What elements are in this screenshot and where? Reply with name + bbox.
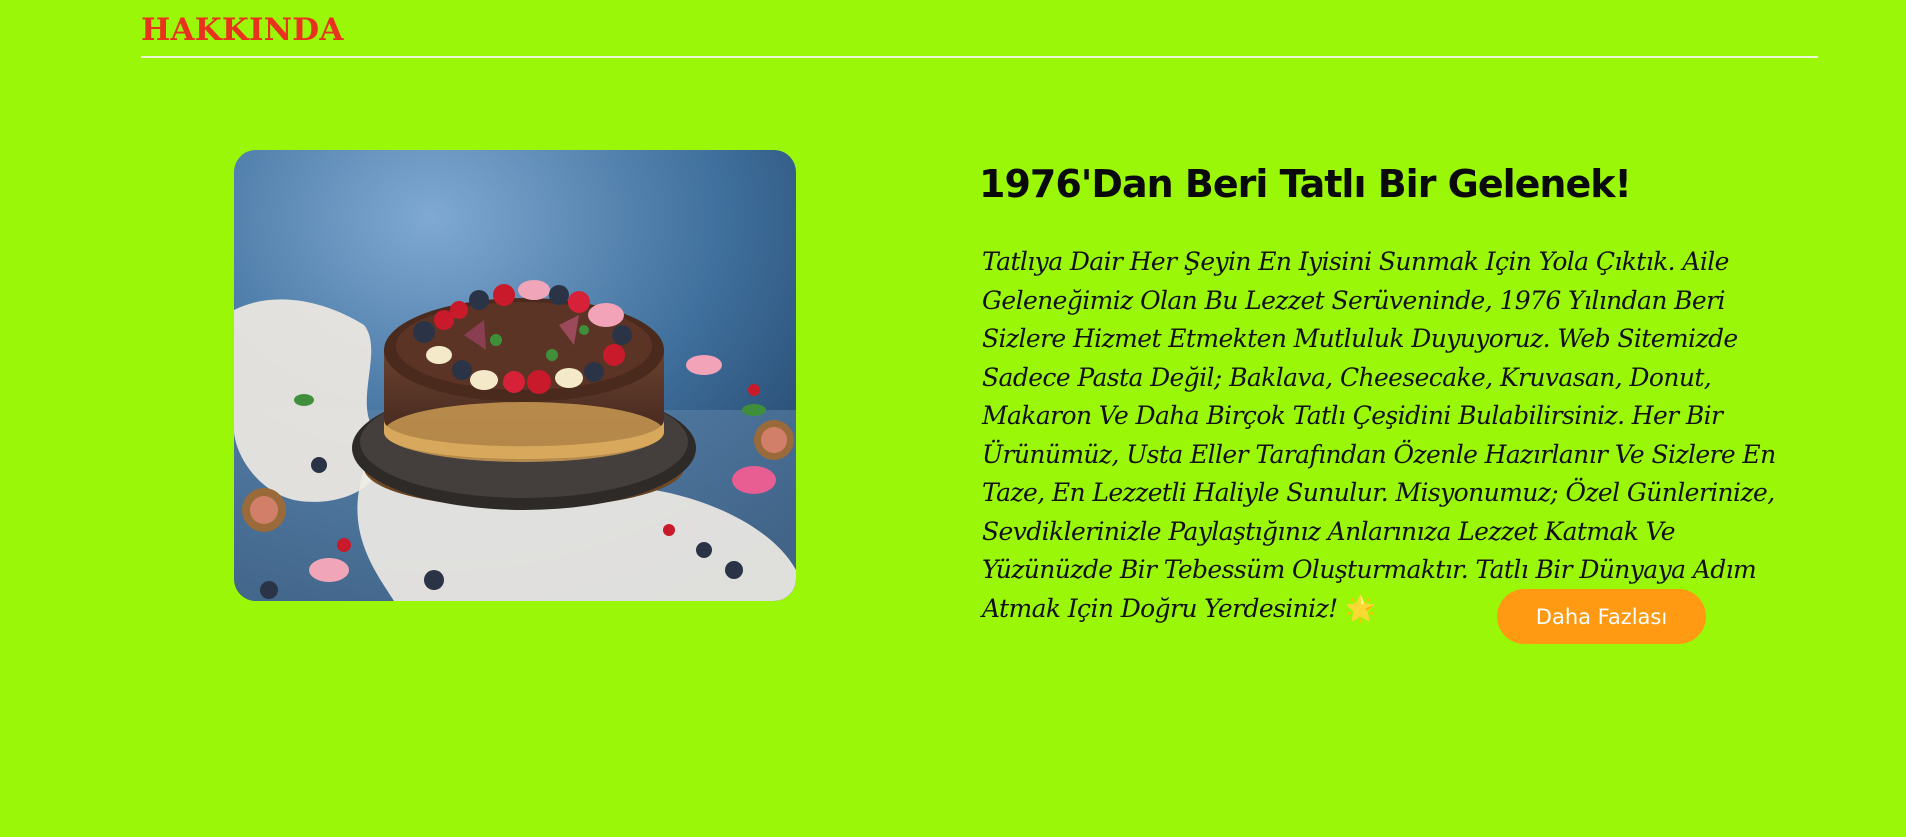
section-header: HAKKINDA <box>141 10 1818 58</box>
more-button[interactable]: Daha Fazlası <box>1497 589 1706 644</box>
section-title: HAKKINDA <box>141 12 344 48</box>
about-body: Tatlıya Dair Her Şeyin En Iyisini Sunmak… <box>982 247 1776 623</box>
sparkle-icon: 🌟 <box>1344 593 1376 623</box>
about-text: Tatlıya Dair Her Şeyin En Iyisini Sunmak… <box>982 243 1812 628</box>
about-heading: 1976'Dan Beri Tatlı Bir Gelenek! <box>979 162 1632 206</box>
cake-photo <box>234 150 796 601</box>
